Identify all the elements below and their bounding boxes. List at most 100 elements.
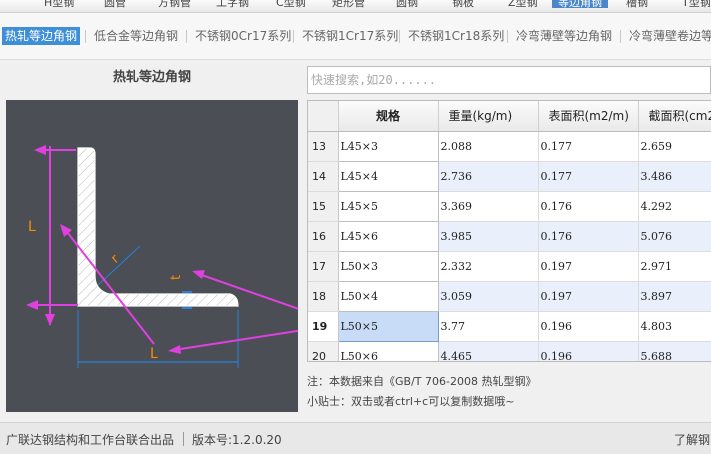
table-header-row: 规格 重量(kg/m) 表面积(m2/m) 截面积(cm2) [308, 101, 711, 132]
arrow-top-leg-head [34, 145, 46, 155]
table-row[interactable]: 20 L50×6 4.465 0.196 5.688 [308, 340, 711, 361]
cell-surface[interactable]: 0.176 [538, 221, 639, 252]
tab-divider [399, 30, 400, 43]
data-table: 规格 重量(kg/m) 表面积(m2/m) 截面积(cm2) 13 L45×3 … [308, 101, 711, 361]
category-steel-plate[interactable]: 钢板 [452, 0, 474, 10]
cell-spec[interactable]: L45×6 [337, 220, 439, 252]
row-number: 13 [308, 131, 339, 162]
arrow-bottom-leg-head [26, 300, 38, 310]
category-round-pipe[interactable]: 圆管 [104, 0, 126, 10]
category-z-steel[interactable]: Z型钢 [508, 0, 538, 10]
tab-stainless-0cr17[interactable]: 不锈钢0Cr17系列 [192, 27, 294, 45]
cell-weight[interactable]: 4.465 [438, 341, 539, 361]
sub-tab-bar: 热轧等边角钢 低合金等边角钢 不锈钢0Cr17系列 不锈钢1Cr17系列 不锈钢… [0, 13, 711, 60]
tab-hot-rolled-equal-angle[interactable]: 热轧等边角钢 [2, 27, 81, 45]
cell-surface[interactable]: 0.197 [538, 251, 639, 282]
tab-low-alloy-equal-angle[interactable]: 低合金等边角钢 [91, 27, 181, 45]
tab-divider [507, 30, 508, 43]
category-square-pipe[interactable]: 方钢管 [158, 0, 191, 10]
cell-spec-selected[interactable]: L50×5 [337, 310, 439, 342]
cell-surface[interactable]: 0.197 [538, 281, 639, 312]
cell-weight[interactable]: 3.059 [438, 281, 539, 312]
section-title: 热轧等边角钢 [112, 70, 191, 85]
header-surface[interactable]: 表面积(m2/m) [538, 101, 639, 132]
cell-weight[interactable]: 2.332 [438, 251, 539, 282]
cell-surface[interactable]: 0.196 [538, 311, 639, 342]
tab-divider [620, 30, 621, 43]
learn-more-link[interactable]: 了解钢 [674, 431, 710, 448]
cell-surface[interactable]: 0.177 [538, 161, 639, 192]
cell-area[interactable]: 5.076 [638, 221, 711, 252]
angle-steel-diagram: L L r t [6, 100, 337, 412]
cell-area[interactable]: 4.292 [638, 191, 711, 222]
cell-spec[interactable]: L45×4 [337, 160, 439, 192]
label-l-vertical: L [28, 219, 36, 235]
cell-weight[interactable]: 2.088 [438, 131, 539, 162]
table-row[interactable]: 13 L45×3 2.088 0.177 2.659 [308, 130, 711, 162]
cell-weight[interactable]: 2.736 [438, 161, 539, 192]
category-h-steel[interactable]: H型钢 [44, 0, 74, 10]
tab-cold-formed-equal-angle[interactable]: 冷弯薄壁等边角钢 [513, 27, 615, 45]
category-t-steel[interactable]: T型钢 [682, 0, 711, 10]
table-row-selected[interactable]: 19 L50×5 3.77 0.196 4.803 [308, 310, 711, 342]
cell-weight[interactable]: 3.77 [438, 311, 539, 342]
cell-surface[interactable]: 0.196 [538, 341, 639, 361]
angle-section [77, 147, 239, 307]
category-c-steel[interactable]: C型钢 [276, 0, 306, 10]
footer-bar: 广联达钢结构和工作台联合出品 版本号:1.2.0.20 了解钢 [0, 422, 711, 454]
cell-area[interactable]: 5.688 [638, 341, 711, 361]
tab-stainless-1cr17[interactable]: 不锈钢1Cr17系列 [299, 27, 401, 45]
notes-panel: 注：本数据来自《GB/T 706-2008 热轧型钢》 小贴士：双击或者ctrl… [307, 372, 711, 412]
version-label: 版本号:1.2.0.20 [192, 433, 282, 447]
table-row[interactable]: 15 L45×5 3.369 0.176 4.292 [308, 190, 711, 222]
data-source-note: 注：本数据来自《GB/T 706-2008 热轧型钢》 [307, 375, 537, 388]
row-number: 17 [308, 251, 339, 282]
angle-steel-figure: L L r t [26, 145, 337, 368]
cell-spec[interactable]: L50×6 [337, 340, 439, 361]
category-rect-pipe[interactable]: 矩形管 [332, 0, 365, 10]
cell-area[interactable]: 3.897 [638, 281, 711, 312]
category-i-beam[interactable]: 工字钢 [216, 0, 249, 10]
arrow-to-row-head [192, 270, 205, 279]
header-area[interactable]: 截面积(cm2) [638, 101, 711, 132]
label-r: r [108, 251, 122, 266]
cell-area[interactable]: 3.486 [638, 161, 711, 192]
arrow-to-width [173, 324, 337, 351]
cell-spec[interactable]: L50×3 [337, 250, 439, 282]
category-equal-angle[interactable]: 等边角钢 [552, 0, 608, 9]
data-table-container[interactable]: 规格 重量(kg/m) 表面积(m2/m) 截面积(cm2) 13 L45×3 … [307, 100, 711, 362]
tab-divider [85, 30, 86, 43]
table-row[interactable]: 16 L45×6 3.985 0.176 5.076 [308, 220, 711, 252]
cell-spec[interactable]: L45×5 [337, 190, 439, 222]
tab-divider [186, 30, 187, 43]
tab-cold-formed-lipped-angle[interactable]: 冷弯薄壁卷边等 [626, 27, 711, 45]
cell-spec[interactable]: L50×4 [337, 280, 439, 312]
header-weight[interactable]: 重量(kg/m) [438, 101, 539, 132]
cell-area[interactable]: 4.803 [638, 311, 711, 342]
header-spec[interactable]: 规格 [338, 101, 439, 132]
label-l-horizontal: L [150, 346, 158, 362]
row-number: 16 [308, 221, 339, 252]
search-input[interactable] [307, 66, 711, 94]
cell-weight[interactable]: 3.369 [438, 191, 539, 222]
cell-surface[interactable]: 0.176 [538, 191, 639, 222]
category-channel[interactable]: 槽钢 [626, 0, 648, 10]
row-number: 20 [308, 341, 339, 361]
table-row[interactable]: 17 L50×3 2.332 0.197 2.971 [308, 250, 711, 282]
row-number: 14 [308, 161, 339, 192]
tip-note: 小贴士：双击或者ctrl+c可以复制数据哦~ [307, 395, 515, 408]
table-row[interactable]: 14 L45×4 2.736 0.177 3.486 [308, 160, 711, 192]
label-t: t [169, 275, 184, 280]
cell-area[interactable]: 2.659 [638, 131, 711, 162]
category-bar: H型钢 圆管 方钢管 工字钢 C型钢 矩形管 圆钢 钢板 Z型钢 等边角钢 槽钢… [0, 0, 711, 13]
category-round-bar[interactable]: 圆钢 [396, 0, 418, 10]
cell-area[interactable]: 2.971 [638, 251, 711, 282]
tab-stainless-1cr18[interactable]: 不锈钢1Cr18系列 [405, 27, 507, 45]
height-arrow-bottom [45, 314, 55, 326]
cell-spec[interactable]: L45×3 [337, 130, 439, 162]
row-number: 18 [308, 281, 339, 312]
cell-weight[interactable]: 3.985 [438, 221, 539, 252]
table-row[interactable]: 18 L50×4 3.059 0.197 3.897 [308, 280, 711, 312]
cell-surface[interactable]: 0.177 [538, 131, 639, 162]
arrow-to-width-head [168, 345, 181, 354]
